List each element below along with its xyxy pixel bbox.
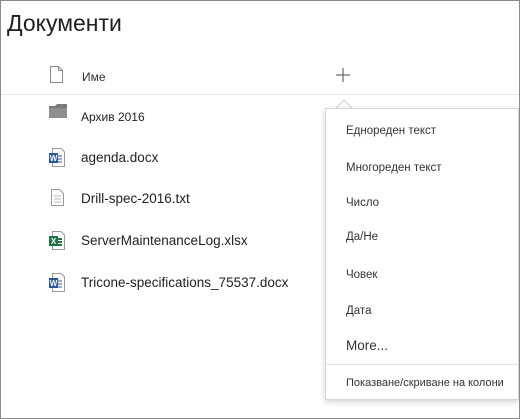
file-name[interactable]: Drill-spec-2016.txt xyxy=(81,191,190,206)
column-header-row: Име xyxy=(1,61,519,95)
excel-file-icon: X xyxy=(49,231,65,255)
svg-text:W: W xyxy=(50,279,58,288)
list-item[interactable]: X ServerMaintenanceLog.xlsx xyxy=(1,225,321,265)
file-type-icon xyxy=(50,66,63,88)
list-item[interactable]: W Tricone-specifications_75537.docx xyxy=(1,267,321,307)
page-title: Документи xyxy=(7,10,122,36)
menu-item-more[interactable]: More... xyxy=(346,338,388,353)
svg-text:W: W xyxy=(50,154,58,163)
menu-item-date[interactable]: Дата xyxy=(346,305,371,317)
list-item[interactable]: W agenda.docx xyxy=(1,141,321,181)
document-library-window: Документи Име Архив 2016 W agenda.docx D… xyxy=(0,0,520,419)
add-column-menu: Еднореден текст Многореден текст Число Д… xyxy=(325,108,519,400)
file-name[interactable]: ServerMaintenanceLog.xlsx xyxy=(81,233,248,248)
text-file-icon xyxy=(51,189,64,211)
file-name[interactable]: agenda.docx xyxy=(81,150,158,165)
file-name[interactable]: Архив 2016 xyxy=(81,110,145,124)
word-file-icon: W xyxy=(49,273,65,297)
menu-item-number[interactable]: Число xyxy=(346,197,379,209)
svg-text:X: X xyxy=(51,237,57,246)
menu-item-show-hide-columns[interactable]: Показване/скриване на колони xyxy=(346,377,504,389)
plus-icon xyxy=(336,68,350,82)
menu-item-single-line-text[interactable]: Еднореден текст xyxy=(346,125,436,137)
menu-item-multi-line-text[interactable]: Многореден текст xyxy=(346,162,442,174)
list-item[interactable]: Drill-spec-2016.txt xyxy=(1,183,321,223)
folder-icon xyxy=(49,104,67,123)
add-column-button[interactable] xyxy=(333,65,353,85)
word-file-icon: W xyxy=(49,148,65,172)
list-item[interactable]: Архив 2016 xyxy=(1,101,321,141)
menu-item-person[interactable]: Човек xyxy=(346,269,377,281)
menu-divider xyxy=(326,364,518,365)
menu-item-yes-no[interactable]: Да/Не xyxy=(346,231,378,243)
name-column-header[interactable]: Име xyxy=(82,70,106,84)
file-name[interactable]: Tricone-specifications_75537.docx xyxy=(81,275,288,290)
